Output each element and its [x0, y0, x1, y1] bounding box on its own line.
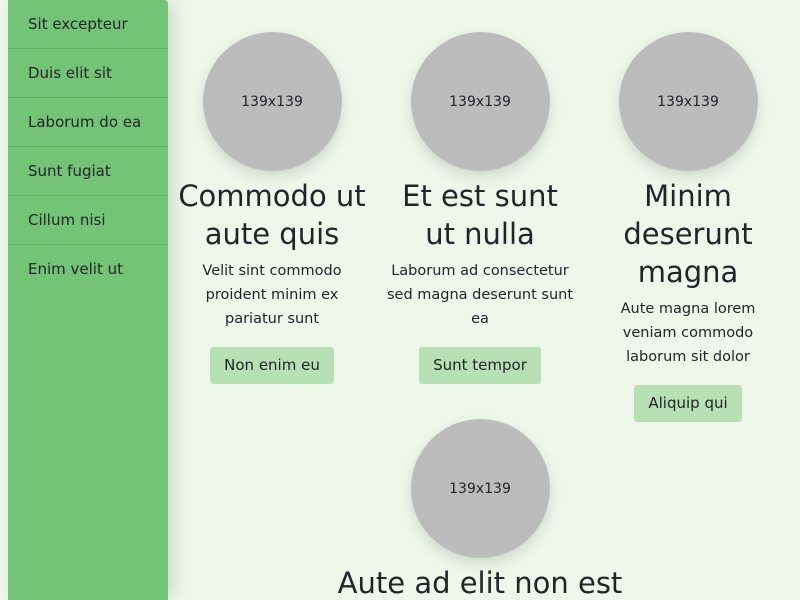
card-title: Minim deserunt magna: [623, 179, 753, 289]
card-title: Et est sunt ut nulla: [402, 179, 558, 251]
avatar-placeholder: 139x139: [410, 32, 550, 171]
avatar-placeholder: 139x139: [410, 419, 550, 558]
sidebar: Sit excepteur Duis elit sit Laborum do e…: [8, 0, 168, 600]
card-title: Commodo ut aute quis: [178, 179, 366, 251]
card-button[interactable]: Aliquip qui: [634, 385, 742, 422]
card: 139x139 Aute ad elit non est: [290, 419, 670, 600]
card-text: Aute magna lorem veniam commodo laborum …: [620, 301, 756, 365]
sidebar-item-duis-elit-sit[interactable]: Duis elit sit: [8, 49, 168, 98]
avatar-placeholder: 139x139: [202, 32, 342, 171]
card-text: Velit sint commodo proident minim ex par…: [202, 263, 342, 327]
sidebar-item-cillum-nisi[interactable]: Cillum nisi: [8, 196, 168, 245]
card-button[interactable]: Sunt tempor: [419, 347, 541, 384]
card-button[interactable]: Non enim eu: [210, 347, 334, 384]
page: Sit excepteur Duis elit sit Laborum do e…: [0, 0, 800, 600]
sidebar-item-sunt-fugiat[interactable]: Sunt fugiat: [8, 147, 168, 196]
sidebar-item-enim-velit-ut[interactable]: Enim velit ut: [8, 245, 168, 294]
card: 139x139 Minim deserunt magna Aute magna …: [593, 32, 783, 422]
card-title: Aute ad elit non est: [337, 566, 623, 600]
sidebar-item-sit-excepteur[interactable]: Sit excepteur: [8, 0, 168, 49]
card-text: Laborum ad consectetur sed magna deserun…: [386, 263, 574, 327]
avatar-placeholder: 139x139: [618, 32, 758, 171]
card: 139x139 Et est sunt ut nulla Laborum ad …: [385, 32, 575, 384]
card: 139x139 Commodo ut aute quis Velit sint …: [177, 32, 367, 384]
sidebar-item-laborum-do-ea[interactable]: Laborum do ea: [8, 98, 168, 147]
